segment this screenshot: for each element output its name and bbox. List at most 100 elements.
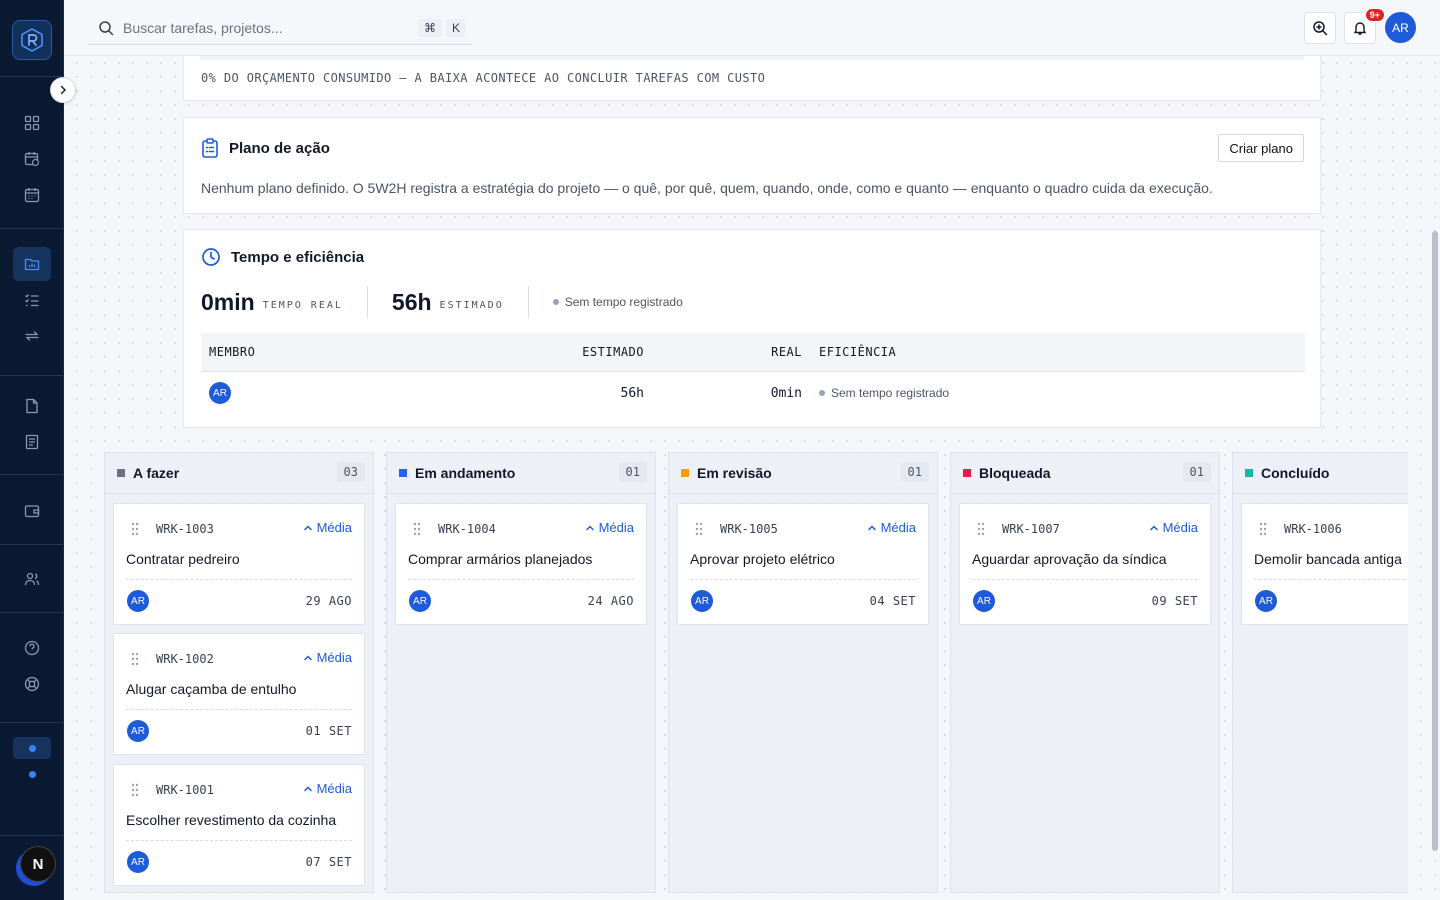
help-icon	[24, 640, 40, 656]
sidebar-item-documents[interactable]	[13, 389, 51, 423]
scrollbar-thumb[interactable]	[1432, 231, 1438, 851]
column-header[interactable]: Em revisão 01	[669, 453, 937, 494]
calendar-clock-icon	[24, 152, 40, 167]
task-divider	[126, 709, 352, 710]
board-column: Bloqueada 01 WRK-1007 Média Aguardar aprovaç…	[950, 452, 1220, 893]
time-efficiency-card: Tempo e eficiência 0min TEMPO REAL 56h E…	[183, 229, 1321, 428]
sidebar-item-tasks[interactable]	[13, 283, 51, 317]
sidebar-expand-button[interactable]	[50, 77, 76, 103]
task-due-date: 24 AGO	[587, 594, 634, 608]
task-title: Comprar armários planejados	[408, 551, 593, 567]
zoom-button[interactable]	[1304, 12, 1336, 44]
task-divider	[408, 579, 634, 580]
drag-handle-icon[interactable]	[1259, 522, 1267, 536]
task-assignee-avatar[interactable]: AR	[409, 590, 431, 612]
notifications-button[interactable]: 9+	[1344, 8, 1385, 44]
task-assignee-avatar[interactable]: AR	[1255, 590, 1277, 612]
sidebar-item-dashboard[interactable]	[13, 106, 51, 140]
brand-badge[interactable]: N	[20, 846, 56, 882]
chevron-up-icon	[303, 524, 312, 530]
board-column: Em revisão 01 WRK-1005 Média Aprovar projeto…	[668, 452, 938, 893]
member-avatar[interactable]: AR	[209, 382, 231, 404]
header-estimated: ESTIMADO	[582, 345, 644, 359]
task-divider	[972, 579, 1198, 580]
table-row: AR 56h 0min Sem tempo registrado	[201, 372, 1305, 414]
task-code: WRK-1003	[156, 522, 214, 536]
column-color-icon	[1245, 469, 1253, 477]
task-assignee-avatar[interactable]: AR	[127, 851, 149, 873]
sidebar-item-reports[interactable]	[13, 425, 51, 459]
task-divider	[126, 840, 352, 841]
task-assignee-avatar[interactable]: AR	[127, 720, 149, 742]
task-card[interactable]: WRK-1005 Média Aprovar projeto elétrico AR 0…	[677, 503, 929, 625]
workspace-switch-1[interactable]	[13, 737, 51, 759]
row-real: 0min	[770, 385, 802, 401]
task-due-date: 07 SET	[305, 855, 352, 869]
search-icon	[99, 20, 114, 35]
folder-chart-icon	[24, 258, 40, 271]
board-column: Concluído WRK-1006 Demolir bancada antiga A…	[1232, 452, 1408, 893]
column-header[interactable]: A fazer 03	[105, 453, 373, 494]
sidebar-item-projects[interactable]	[13, 247, 51, 281]
sidebar-item-support[interactable]	[13, 667, 51, 701]
task-assignee-avatar[interactable]: AR	[973, 590, 995, 612]
chevron-up-icon	[303, 654, 312, 660]
sidebar-item-help[interactable]	[13, 631, 51, 665]
sidebar-item-wallet[interactable]	[13, 494, 51, 528]
logo-icon	[21, 28, 43, 52]
workspace-dot-icon	[28, 744, 36, 752]
drag-handle-icon[interactable]	[131, 652, 139, 666]
sidebar-item-calendar[interactable]	[13, 178, 51, 212]
estimated-value: 56h	[391, 288, 432, 315]
bell-icon	[1354, 22, 1366, 35]
create-plan-button[interactable]: Criar plano	[1218, 134, 1304, 162]
sidebar-item-team[interactable]	[13, 562, 51, 596]
column-color-icon	[963, 469, 971, 477]
board-column: A fazer 03 WRK-1003 Média Contratar pedreiro…	[104, 452, 374, 893]
task-title: Aprovar projeto elétrico	[690, 551, 835, 567]
task-card[interactable]: WRK-1003 Média Contratar pedreiro AR 29 AGO	[113, 503, 365, 625]
workspace-dot-icon	[28, 770, 36, 778]
task-priority[interactable]: Média	[303, 781, 352, 796]
task-card[interactable]: WRK-1007 Média Aguardar aprovação da síndi…	[959, 503, 1211, 625]
drag-handle-icon[interactable]	[695, 522, 703, 536]
estimated-label: ESTIMADO	[439, 299, 504, 311]
search-input[interactable]: Buscar tarefas, projetos... ⌘ K	[88, 11, 472, 45]
chevron-up-icon	[1149, 524, 1158, 530]
header-efficiency: EFICIÊNCIA	[819, 345, 897, 359]
drag-handle-icon[interactable]	[131, 783, 139, 797]
task-priority[interactable]: Média	[303, 520, 352, 535]
drag-handle-icon[interactable]	[413, 522, 421, 536]
search-placeholder: Buscar tarefas, projetos...	[123, 19, 283, 36]
column-header[interactable]: Concluído	[1233, 453, 1408, 494]
sidebar-item-recurring[interactable]	[13, 319, 51, 353]
workspace-switch-2[interactable]	[13, 763, 51, 785]
user-avatar[interactable]: AR	[1385, 12, 1416, 43]
column-count: 01	[900, 462, 929, 482]
task-due-date: 01 SET	[305, 724, 352, 738]
task-card[interactable]: WRK-1004 Média Comprar armários planejados…	[395, 503, 647, 625]
column-header[interactable]: Em andamento 01	[387, 453, 655, 494]
app-logo[interactable]	[12, 20, 52, 60]
sidebar-item-schedule[interactable]	[13, 142, 51, 176]
task-card[interactable]: WRK-1001 Média Escolher revestimento da co…	[113, 764, 365, 886]
column-color-icon	[399, 469, 407, 477]
sidebar: N	[0, 0, 64, 900]
task-title: Aguardar aprovação da síndica	[972, 551, 1167, 567]
task-priority[interactable]: Média	[585, 520, 634, 535]
column-header[interactable]: Bloqueada 01	[951, 453, 1219, 494]
notification-count-badge: 9+	[1364, 8, 1385, 22]
task-card[interactable]: WRK-1006 Demolir bancada antiga AR	[1241, 503, 1408, 625]
task-assignee-avatar[interactable]: AR	[127, 590, 149, 612]
drag-handle-icon[interactable]	[131, 522, 139, 536]
task-priority[interactable]: Média	[1149, 520, 1198, 535]
task-code: WRK-1006	[1284, 522, 1342, 536]
task-code: WRK-1007	[1002, 522, 1060, 536]
task-priority[interactable]: Média	[303, 650, 352, 665]
page-scrollbar[interactable]	[1430, 56, 1440, 900]
drag-handle-icon[interactable]	[977, 522, 985, 536]
users-icon	[24, 572, 40, 586]
task-priority[interactable]: Média	[867, 520, 916, 535]
task-card[interactable]: WRK-1002 Média Alugar caçamba de entulho AR…	[113, 633, 365, 755]
task-assignee-avatar[interactable]: AR	[691, 590, 713, 612]
